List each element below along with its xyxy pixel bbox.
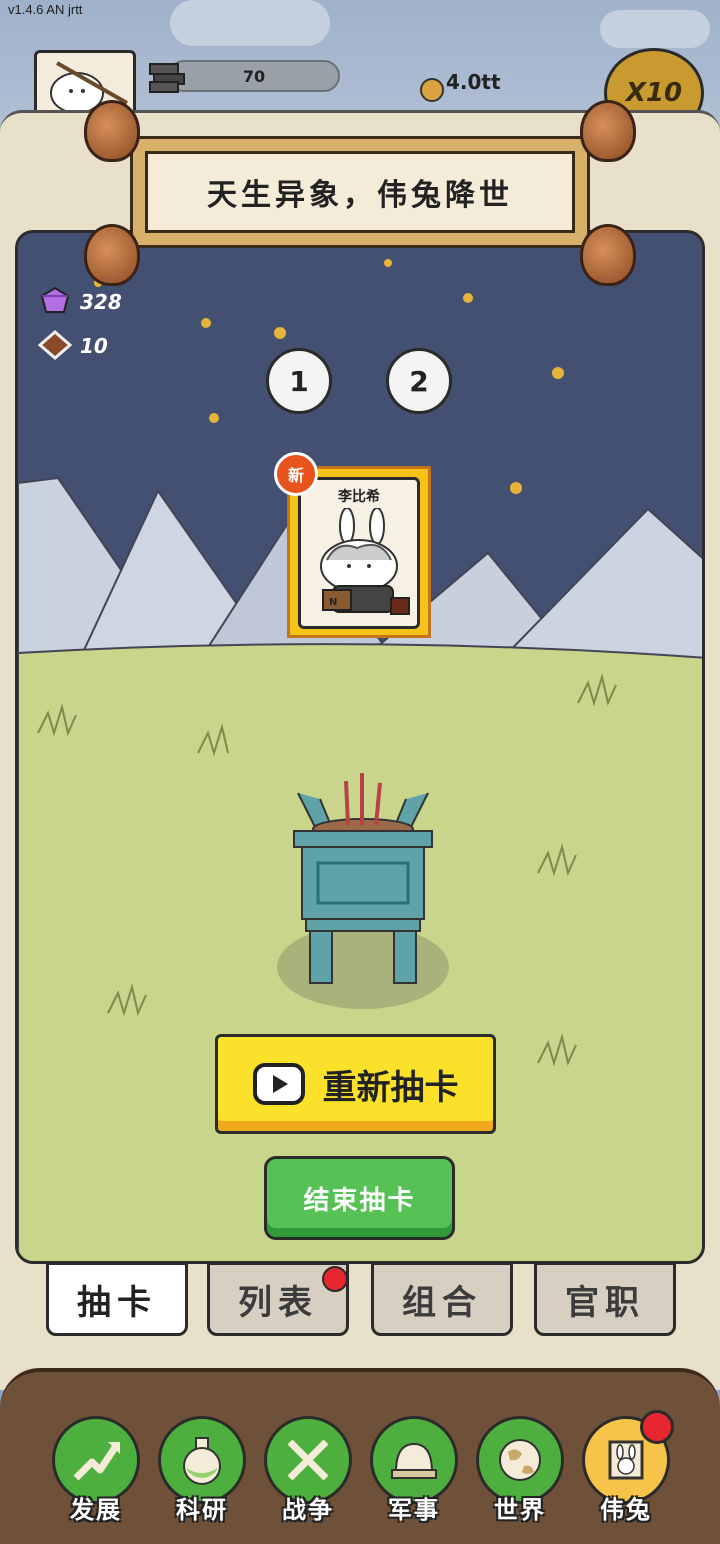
nav-label: 战争 [282, 1496, 334, 1524]
title-scroll: 天生异象，伟兔降世 [84, 100, 636, 286]
nav-label: 世界 [494, 1496, 546, 1524]
scroll-knob-icon [84, 224, 140, 286]
tab-label: 列表 [238, 1282, 318, 1323]
redraw-label: 重新抽卡 [322, 1067, 459, 1108]
coin-icon [420, 78, 444, 102]
hero-name: 李比希 [338, 489, 380, 505]
purple-gem-icon [40, 286, 70, 313]
iron-value: 70 [242, 66, 266, 86]
nav-label: 军事 [388, 1496, 440, 1524]
nav-military[interactable]: 军事 [366, 1414, 462, 1534]
book-letter: N [329, 597, 337, 608]
new-badge: 新 [274, 452, 318, 496]
gem-count: 328 [80, 290, 122, 314]
ticket-count: 10 [80, 334, 108, 358]
banner-title: 天生异象，伟兔降世 [145, 151, 575, 233]
nav-war[interactable]: 战争 [260, 1414, 356, 1534]
scroll-knob-icon [580, 100, 636, 162]
page-label: 2 [409, 364, 429, 398]
notification-dot [322, 1266, 348, 1292]
tab-draw[interactable]: 抽卡 [46, 1262, 188, 1336]
redraw-button[interactable]: 重新抽卡 [215, 1034, 496, 1134]
notification-dot [640, 1410, 674, 1444]
tab-combo[interactable]: 组合 [371, 1262, 513, 1336]
page-button-2[interactable]: 2 [386, 348, 452, 414]
tab-label: 组合 [402, 1282, 482, 1323]
video-play-icon [252, 1063, 305, 1105]
new-badge-label: 新 [287, 466, 304, 485]
tab-official[interactable]: 官职 [534, 1262, 676, 1336]
coin-value: 4.0tt [446, 70, 501, 94]
cloud-decoration [600, 10, 710, 48]
end-draw-button[interactable]: 结束抽卡 [264, 1156, 455, 1240]
nav-research[interactable]: 科研 [154, 1414, 250, 1534]
scroll-paper: 天生异象，伟兔降世 [130, 136, 590, 248]
end-draw-label: 结束抽卡 [303, 1185, 416, 1216]
iron-resource: 70 [168, 60, 340, 92]
card-face: 李比希 N [298, 477, 420, 629]
nav-label: 科研 [176, 1496, 228, 1524]
version-label: v1.4.6 AN jrtt [8, 2, 83, 17]
tab-label: 抽卡 [77, 1282, 157, 1323]
nav-develop[interactable]: 发展 [48, 1414, 144, 1534]
nav-world[interactable]: 世界 [472, 1414, 568, 1534]
nav-label: 伟兔 [600, 1496, 652, 1524]
scroll-knob-icon [84, 100, 140, 162]
iron-bars-icon [149, 63, 185, 93]
page-label: 1 [289, 364, 309, 398]
cloud-decoration [170, 0, 330, 46]
ticket-icon [38, 330, 72, 360]
tab-label: 官职 [565, 1282, 645, 1323]
page-button-1[interactable]: 1 [266, 348, 332, 414]
nav-label: 发展 [70, 1496, 122, 1524]
rabbit-hero-portrait: N [320, 508, 410, 615]
scroll-knob-icon [580, 224, 636, 286]
